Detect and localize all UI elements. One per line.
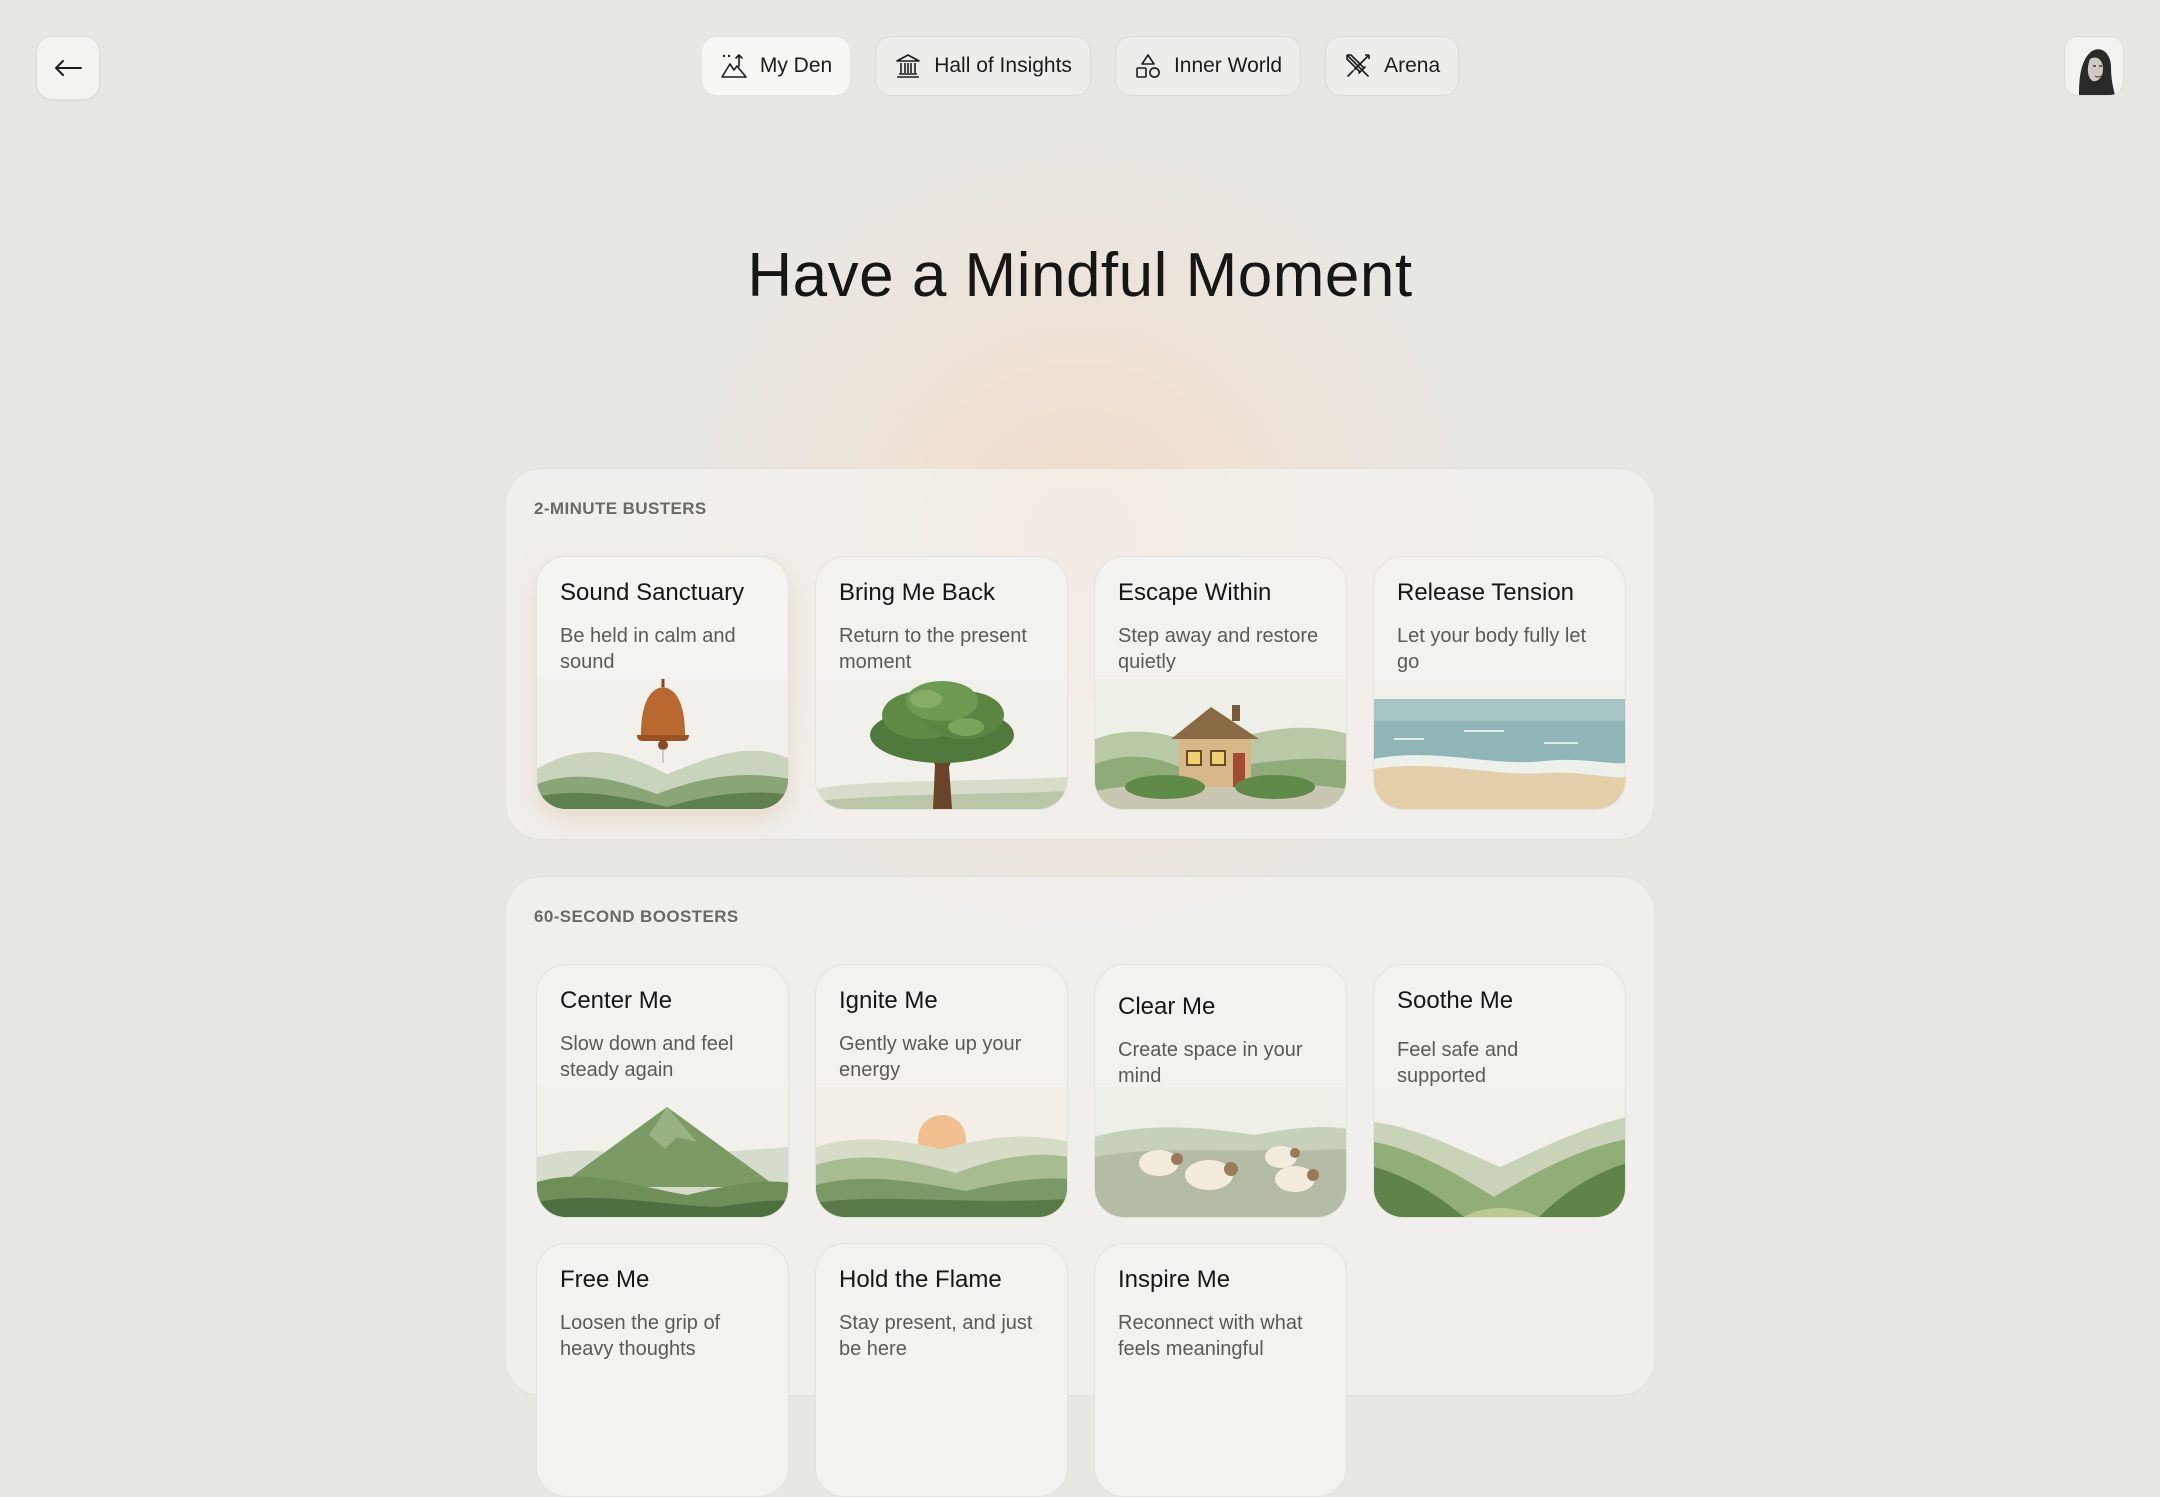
card-description: Step away and restore quietly	[1118, 625, 1319, 673]
sheep-illustration	[1095, 1087, 1346, 1217]
nav-item-hall-of-insights[interactable]: Hall of Insights	[875, 36, 1091, 96]
card-soothe-me[interactable]: Soothe Me Feel safe and supported	[1373, 964, 1626, 1218]
top-navigation: My Den Hall of Insights Inner World Aren…	[0, 36, 2160, 96]
card-description: Reconnect with what feels meaningful	[1118, 1312, 1303, 1360]
card-description: Return to the present moment	[839, 625, 1027, 673]
mountain-illustration	[537, 1087, 788, 1217]
section-label: 2-MINUTE BUSTERS	[534, 499, 707, 518]
card-release-tension[interactable]: Release Tension Let your body fully let …	[1373, 556, 1626, 810]
tree-illustration	[816, 679, 1067, 809]
card-center-me[interactable]: Center Me Slow down and feel steady agai…	[536, 964, 789, 1218]
nav-item-arena[interactable]: Arena	[1325, 36, 1460, 96]
shapes-icon	[1136, 54, 1160, 78]
user-avatar[interactable]	[2064, 36, 2124, 96]
card-description: Be held in calm and sound	[560, 625, 736, 673]
card-description: Slow down and feel steady again	[560, 1033, 734, 1081]
card-hold-the-flame[interactable]: Hold the Flame Stay present, and just be…	[815, 1243, 1068, 1497]
nav-label: Arena	[1384, 54, 1441, 77]
card-description: Loosen the grip of heavy thoughts	[560, 1312, 721, 1360]
card-title: Release Tension	[1397, 579, 1575, 606]
bell-illustration	[537, 679, 788, 809]
card-inspire-me[interactable]: Inspire Me Reconnect with what feels mea…	[1094, 1243, 1347, 1497]
card-free-me[interactable]: Free Me Loosen the grip of heavy thought…	[536, 1243, 789, 1497]
card-sound-sanctuary[interactable]: Sound Sanctuary Be held in calm and soun…	[536, 556, 789, 810]
page-title: Have a Mindful Moment	[747, 241, 1413, 310]
sunrise-illustration	[816, 1087, 1067, 1217]
card-title: Center Me	[560, 987, 673, 1014]
card-title: Sound Sanctuary	[560, 579, 745, 606]
card-title: Hold the Flame	[839, 1266, 1002, 1293]
card-title: Clear Me	[1118, 993, 1216, 1020]
card-description: Stay present, and just be here	[839, 1312, 1033, 1360]
card-title: Soothe Me	[1397, 987, 1514, 1014]
museum-icon	[896, 54, 921, 78]
card-ignite-me[interactable]: Ignite Me Gently wake up your energy	[815, 964, 1068, 1218]
ocean-illustration	[1374, 679, 1625, 809]
card-title: Inspire Me	[1118, 1266, 1231, 1293]
nav-label: Inner World	[1173, 54, 1283, 77]
section-label: 60-SECOND BOOSTERS	[534, 907, 739, 926]
card-title: Free Me	[560, 1266, 650, 1293]
card-escape-within[interactable]: Escape Within Step away and restore quie…	[1094, 556, 1347, 810]
card-title: Escape Within	[1118, 579, 1272, 606]
card-description: Create space in your mind	[1118, 1039, 1303, 1087]
nav-label: Hall of Insights	[934, 54, 1072, 77]
card-description: Gently wake up your energy	[839, 1033, 1022, 1081]
mountain-flag-icon	[721, 54, 747, 78]
section-2-minute-busters: 2-MINUTE BUSTERS Sound Sanctuary Be held…	[505, 468, 1655, 840]
avatar-portrait-icon	[2065, 37, 2123, 95]
card-description: Let your body fully let go	[1397, 625, 1586, 673]
valley-illustration	[1374, 1087, 1625, 1217]
card-title: Bring Me Back	[839, 579, 996, 606]
cottage-illustration	[1095, 679, 1346, 809]
nav-label: My Den	[759, 54, 833, 77]
nav-item-inner-world[interactable]: Inner World	[1114, 36, 1302, 96]
card-description: Feel safe and supported	[1397, 1039, 1519, 1087]
card-bring-me-back[interactable]: Bring Me Back Return to the present mome…	[815, 556, 1068, 810]
card-title: Ignite Me	[839, 987, 938, 1014]
crossed-swords-icon	[1346, 54, 1370, 77]
nav-item-my-den[interactable]: My Den	[700, 36, 852, 96]
section-60-second-boosters: 60-SECOND BOOSTERS Center Me Slow down a…	[505, 876, 1655, 1497]
card-clear-me[interactable]: Clear Me Create space in your mind	[1094, 964, 1347, 1218]
